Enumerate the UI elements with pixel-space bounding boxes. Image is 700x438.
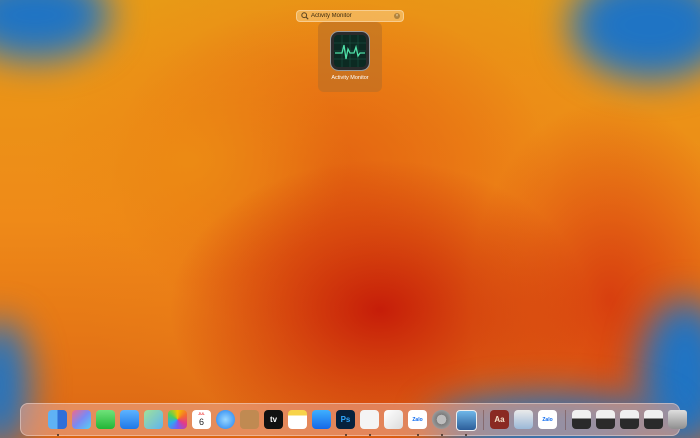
dock-icon-text: Ps — [340, 415, 351, 424]
spinning-app-icon[interactable] — [360, 410, 379, 429]
search-icon — [301, 12, 309, 20]
dock-icon-text: tv — [269, 415, 278, 424]
preview-icon[interactable] — [456, 410, 477, 431]
search-result-label: Activity Monitor — [331, 75, 369, 81]
system-settings-icon[interactable] — [432, 410, 451, 429]
screenshot-folder-icon[interactable] — [514, 410, 533, 429]
clear-search-icon[interactable]: × — [394, 13, 400, 19]
dictionary-icon[interactable]: Aa — [490, 410, 509, 429]
dock-icon-text: Zalo — [542, 416, 553, 423]
window-preview-icon[interactable] — [620, 410, 639, 429]
maps-icon[interactable] — [144, 410, 163, 429]
running-indicator — [416, 434, 419, 436]
messages-icon[interactable] — [96, 410, 115, 429]
dock-separator — [565, 410, 566, 430]
window-preview-icon[interactable] — [644, 410, 663, 429]
running-indicator — [56, 434, 59, 436]
trash-icon[interactable] — [668, 410, 687, 429]
running-indicator — [344, 434, 347, 436]
running-indicator — [368, 434, 371, 436]
activity-monitor-icon — [330, 31, 370, 71]
notes-icon[interactable] — [288, 410, 307, 429]
dock-separator — [483, 410, 484, 430]
window-preview-icon[interactable] — [596, 410, 615, 429]
apple-tv-icon[interactable]: tv — [264, 410, 283, 429]
finder-icon[interactable] — [48, 410, 67, 429]
contacts-icon[interactable] — [240, 410, 259, 429]
running-indicator — [440, 434, 443, 436]
photoshop-icon[interactable]: Ps — [336, 410, 355, 429]
running-indicator — [464, 434, 467, 436]
app-store-icon[interactable] — [312, 410, 331, 429]
textedit-icon[interactable] — [384, 410, 403, 429]
launchpad-icon[interactable] — [72, 410, 91, 429]
zalo-icon[interactable]: Zalo — [408, 410, 427, 429]
calendar-icon[interactable]: JUL 6 — [192, 410, 211, 429]
dock-icon-text: Zalo — [412, 416, 423, 423]
spotlight-search-input[interactable] — [310, 11, 391, 21]
dock-icon-text: Aa — [494, 415, 505, 424]
dock: JUL 6 tv Ps Zalo Aa Zalo — [20, 403, 687, 436]
calendar-day: 6 — [198, 417, 204, 427]
window-preview-icon[interactable] — [572, 410, 591, 429]
search-result-activity-monitor[interactable]: Activity Monitor — [318, 22, 382, 92]
zalo-download-icon[interactable]: Zalo — [538, 410, 557, 429]
safari-icon[interactable] — [216, 410, 235, 429]
spotlight-search-field[interactable]: × — [296, 10, 404, 22]
photos-icon[interactable] — [168, 410, 187, 429]
mail-icon[interactable] — [120, 410, 139, 429]
